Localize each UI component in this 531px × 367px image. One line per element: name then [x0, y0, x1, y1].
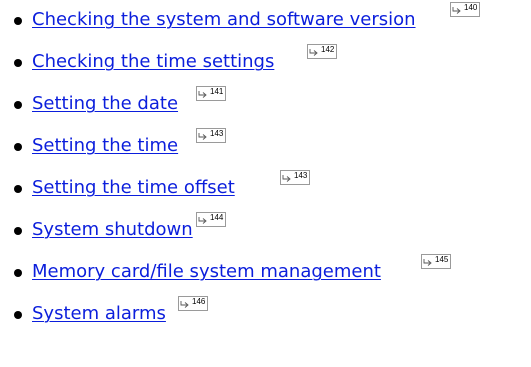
page-reference-number: 143: [294, 171, 308, 180]
page-reference-arrow-icon: [180, 301, 189, 308]
page-reference[interactable]: 143: [196, 128, 227, 143]
page-reference-arrow-icon: [423, 259, 432, 266]
page-reference-number: 142: [321, 45, 335, 54]
bullet-icon: [14, 101, 22, 109]
list-item: System shutdown 144: [0, 210, 531, 252]
page-reference-arrow-icon: [282, 175, 291, 182]
list-item: Setting the date 141: [0, 84, 531, 126]
bullet-icon: [14, 311, 22, 319]
bullet-icon: [14, 143, 22, 151]
page-reference-number: 143: [210, 129, 224, 138]
page-reference[interactable]: 146: [178, 296, 209, 311]
bullet-icon: [14, 269, 22, 277]
bullet-icon: [14, 59, 22, 67]
link-system-software-version[interactable]: Checking the system and software version: [32, 9, 416, 31]
page-reference[interactable]: 143: [280, 170, 311, 185]
page-reference-arrow-icon: [309, 49, 318, 56]
page-reference-number: 145: [435, 255, 449, 264]
list-item: System alarms 146: [0, 294, 531, 336]
link-system-alarms[interactable]: System alarms: [32, 303, 166, 325]
link-time-settings[interactable]: Checking the time settings: [32, 51, 274, 73]
page-reference-arrow-icon: [198, 217, 207, 224]
page-reference[interactable]: 142: [307, 44, 338, 59]
page-reference[interactable]: 140: [450, 2, 481, 17]
page-reference-arrow-icon: [198, 133, 207, 140]
page-reference[interactable]: 145: [421, 254, 452, 269]
link-setting-time[interactable]: Setting the time: [32, 135, 178, 157]
bullet-icon: [14, 227, 22, 235]
list-item: Setting the time offset 143: [0, 168, 531, 210]
page-reference-arrow-icon: [198, 91, 207, 98]
bullet-icon: [14, 17, 22, 25]
page-reference-number: 146: [192, 297, 206, 306]
topic-link-list: Checking the system and software version…: [0, 0, 531, 336]
page-reference-number: 141: [210, 87, 224, 96]
link-memory-card-management[interactable]: Memory card/file system management: [32, 261, 381, 283]
page-reference[interactable]: 144: [196, 212, 227, 227]
list-item: Checking the time settings 142: [0, 42, 531, 84]
page-reference-arrow-icon: [452, 7, 461, 14]
list-item: Setting the time 143: [0, 126, 531, 168]
page-reference-number: 140: [464, 3, 478, 12]
bullet-icon: [14, 185, 22, 193]
page-reference[interactable]: 141: [196, 86, 227, 101]
list-item: Checking the system and software version…: [0, 0, 531, 42]
link-time-offset[interactable]: Setting the time offset: [32, 177, 235, 199]
list-item: Memory card/file system management 145: [0, 252, 531, 294]
page-reference-number: 144: [210, 213, 224, 222]
link-setting-date[interactable]: Setting the date: [32, 93, 178, 115]
link-system-shutdown[interactable]: System shutdown: [32, 219, 193, 241]
